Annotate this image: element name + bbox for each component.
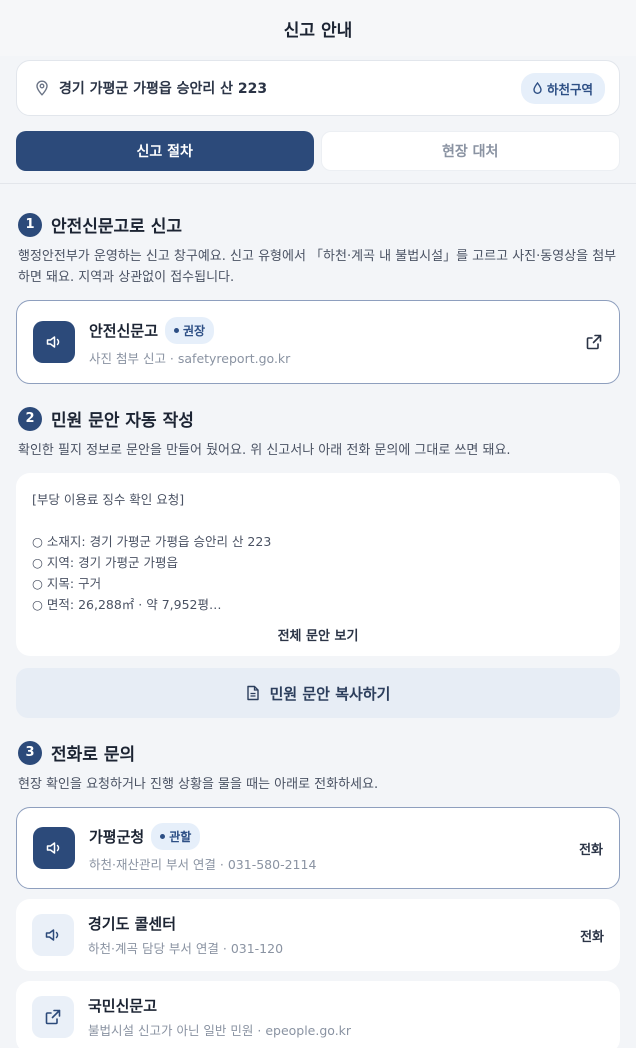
step-number: 2 bbox=[18, 406, 42, 431]
section-3-header: 3 전화로 문의 bbox=[18, 740, 135, 765]
external-link-icon bbox=[45, 1009, 61, 1025]
map-pin-icon bbox=[36, 80, 48, 96]
contact-card-gapyeong[interactable]: 가평군청 관할 하천·재산관리 부서 연결 · 031-580-2114 전화 bbox=[16, 807, 620, 889]
tab-report-procedure[interactable]: 신고 절차 bbox=[16, 131, 314, 171]
draft-line: ○ 지목: 구거 bbox=[32, 576, 102, 591]
card-title: 안전신문고 bbox=[89, 322, 159, 340]
draft-header: [부당 이용료 징수 확인 요청] bbox=[32, 492, 185, 507]
section-2-header: 2 민원 문안 자동 작성 bbox=[18, 406, 194, 431]
section-1-header: 1 안전신문고로 신고 bbox=[18, 212, 182, 237]
copy-draft-button[interactable]: 민원 문안 복사하기 bbox=[16, 668, 620, 718]
external-link-icon-box bbox=[32, 996, 74, 1038]
zone-badge-label: 하천구역 bbox=[546, 81, 593, 97]
draft-preview: [부당 이용료 징수 확인 요청] ○ 소재지: 경기 가평군 가평읍 승안리 … bbox=[16, 473, 620, 656]
speaker-icon-box bbox=[33, 321, 75, 363]
jurisdiction-badge: 관할 bbox=[151, 823, 201, 850]
card-subtitle: 불법시설 신고가 아닌 일반 민원 · epeople.go.kr bbox=[88, 1023, 352, 1038]
draft-line: ○ 면적: 26,288㎡ · 약 7,952평… bbox=[32, 597, 222, 612]
tab-bar: 신고 절차 현장 대처 bbox=[16, 131, 620, 171]
speaker-icon bbox=[46, 842, 60, 854]
zone-badge: 하천구역 bbox=[520, 72, 605, 104]
tab-onsite-response[interactable]: 현장 대처 bbox=[320, 131, 620, 171]
copy-draft-label: 민원 문안 복사하기 bbox=[269, 684, 391, 703]
step-number: 3 bbox=[18, 740, 42, 765]
card-title: 가평군청 bbox=[89, 828, 145, 846]
section-title: 민원 문안 자동 작성 bbox=[51, 411, 194, 431]
draft-line: ○ 소재지: 경기 가평군 가평읍 승안리 산 223 bbox=[32, 534, 272, 549]
section-description: 행정안전부가 운영하는 신고 창구예요. 신고 유형에서 「하천·계곡 내 불법… bbox=[18, 249, 617, 285]
step-number: 1 bbox=[18, 212, 42, 237]
view-full-draft-link[interactable]: 전체 문안 보기 bbox=[16, 625, 620, 644]
card-title: 경기도 콜센터 bbox=[88, 915, 177, 933]
section-title: 전화로 문의 bbox=[51, 745, 136, 765]
card-subtitle: 하천·계곡 담당 부서 연결 · 031-120 bbox=[88, 941, 284, 956]
call-button[interactable]: 전화 bbox=[580, 926, 604, 945]
speaker-icon bbox=[46, 336, 60, 348]
card-subtitle: 사진 첨부 신고 · safetyreport.go.kr bbox=[89, 351, 291, 366]
top-bar: 신고 안내 bbox=[0, 0, 636, 56]
safety-report-card[interactable]: 안전신문고 권장 사진 첨부 신고 · safetyreport.go.kr bbox=[16, 300, 620, 384]
section-description: 현장 확인을 요청하거나 진행 상황을 물을 때는 아래로 전화하세요. bbox=[18, 777, 379, 792]
contact-card-gyeonggi[interactable]: 경기도 콜센터 하천·계곡 담당 부서 연결 · 031-120 전화 bbox=[16, 899, 620, 971]
address-text: 경기 가평군 가평읍 승안리 산 223 bbox=[59, 81, 268, 97]
draft-line: ○ 지역: 경기 가평군 가평읍 bbox=[32, 555, 179, 570]
card-title: 국민신문고 bbox=[88, 997, 158, 1015]
call-button[interactable]: 전화 bbox=[579, 839, 603, 858]
address-card: 경기 가평군 가평읍 승안리 산 223 하천구역 bbox=[16, 60, 620, 116]
speaker-icon-box bbox=[33, 827, 75, 869]
contact-card-epeople[interactable]: 국민신문고 불법시설 신고가 아닌 일반 민원 · epeople.go.kr bbox=[16, 981, 620, 1048]
document-icon bbox=[246, 685, 259, 701]
recommended-badge: 권장 bbox=[165, 317, 215, 344]
card-subtitle: 하천·재산관리 부서 연결 · 031-580-2114 bbox=[89, 857, 317, 872]
divider bbox=[0, 183, 636, 184]
section-description: 확인한 필지 정보로 문안을 만들어 뒀어요. 위 신고서나 아래 전화 문의에… bbox=[18, 443, 511, 458]
speaker-icon-box bbox=[32, 914, 74, 956]
section-title: 안전신문고로 신고 bbox=[51, 217, 183, 237]
water-drop-icon bbox=[533, 82, 542, 94]
external-link-icon[interactable] bbox=[585, 333, 603, 351]
speaker-icon bbox=[45, 929, 59, 941]
page-title: 신고 안내 bbox=[283, 20, 353, 41]
